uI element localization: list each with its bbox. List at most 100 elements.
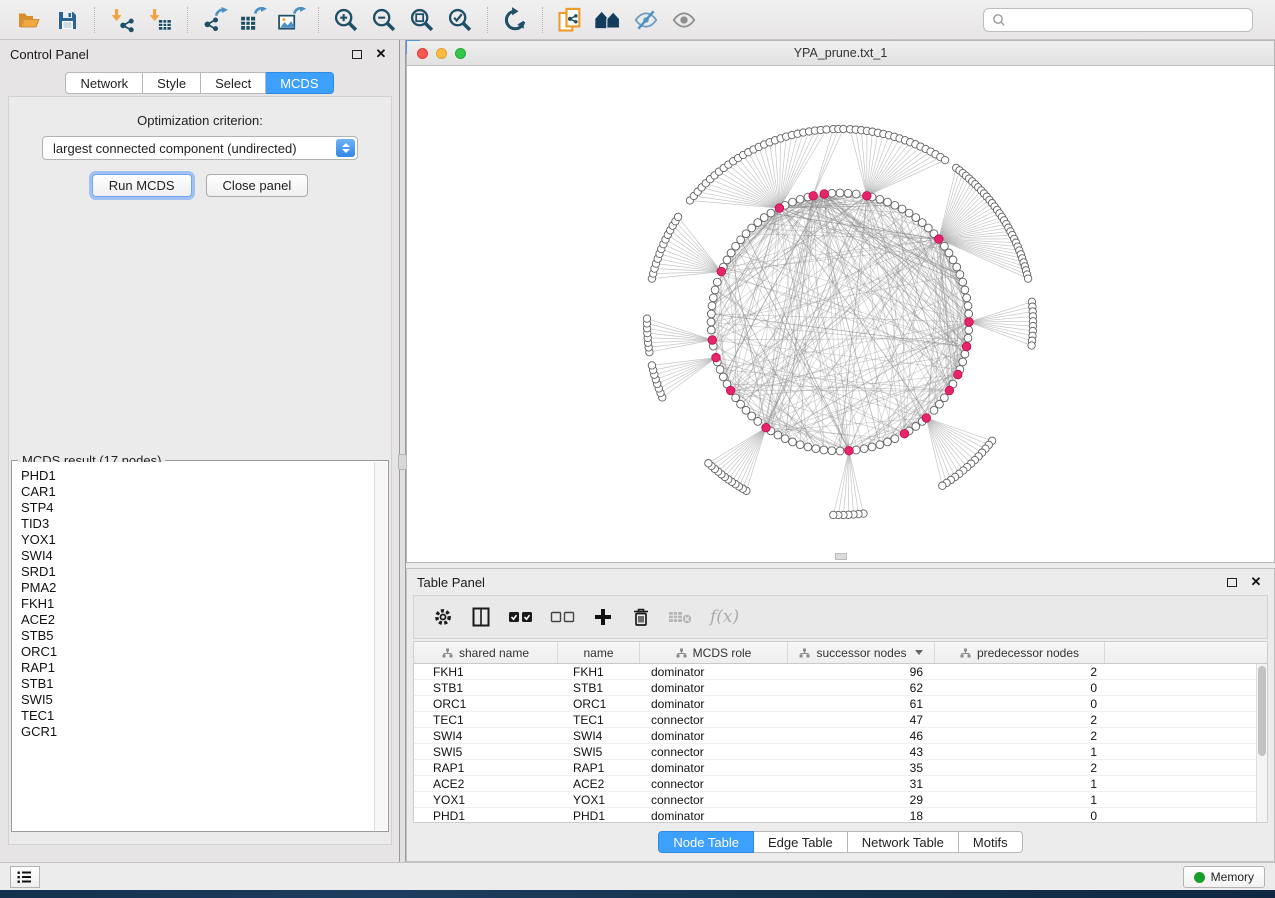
table-row[interactable]: FKH1FKH1dominator962 xyxy=(414,664,1267,680)
mcds-node-item[interactable]: TID3 xyxy=(21,516,374,532)
table-cell[interactable]: 62 xyxy=(788,680,935,695)
table-row[interactable]: SWI4SWI4dominator462 xyxy=(414,728,1267,744)
column-header-predecessor-nodes[interactable]: predecessor nodes xyxy=(935,642,1105,663)
mcds-node-item[interactable]: PHD1 xyxy=(21,468,374,484)
tab-motifs[interactable]: Motifs xyxy=(959,831,1023,853)
table-cell[interactable]: ORC1 xyxy=(558,696,640,711)
table-row[interactable]: YOX1YOX1connector291 xyxy=(414,792,1267,808)
hide-selected-icon[interactable] xyxy=(629,5,663,35)
table-cell[interactable]: connector xyxy=(640,792,788,807)
column-header-MCDS-role[interactable]: MCDS role xyxy=(640,642,788,663)
column-header-shared-name[interactable]: shared name xyxy=(414,642,558,663)
table-cell[interactable]: 18 xyxy=(788,808,935,823)
mcds-node-item[interactable]: SWI4 xyxy=(21,548,374,564)
network-graph[interactable] xyxy=(407,66,1274,562)
mcds-list-scrollbar[interactable] xyxy=(374,462,387,830)
tab-network-table[interactable]: Network Table xyxy=(848,831,959,853)
column-header-successor-nodes[interactable]: successor nodes xyxy=(788,642,935,663)
table-row[interactable]: TEC1TEC1connector472 xyxy=(414,712,1267,728)
float-panel-icon[interactable] xyxy=(1224,574,1240,590)
table-cell[interactable]: FKH1 xyxy=(558,664,640,679)
add-column-icon[interactable] xyxy=(592,606,614,628)
table-cell[interactable]: STB1 xyxy=(414,680,558,695)
mcds-node-item[interactable]: SWI5 xyxy=(21,692,374,708)
table-cell[interactable]: 1 xyxy=(935,776,1105,791)
table-settings-icon[interactable] xyxy=(432,606,454,628)
mcds-node-item[interactable]: STB1 xyxy=(21,676,374,692)
table-cell[interactable]: 1 xyxy=(935,744,1105,759)
tab-select[interactable]: Select xyxy=(201,72,266,94)
table-cell[interactable]: SWI4 xyxy=(414,728,558,743)
table-cell[interactable]: 1 xyxy=(935,792,1105,807)
close-panel-icon[interactable]: ✕ xyxy=(373,46,389,62)
mcds-node-item[interactable]: YOX1 xyxy=(21,532,374,548)
apply-layout-icon[interactable] xyxy=(498,5,532,35)
search-field[interactable] xyxy=(1007,10,1252,30)
table-row[interactable]: PHD1PHD1dominator180 xyxy=(414,808,1267,823)
close-panel-icon[interactable]: ✕ xyxy=(1248,574,1264,590)
mcds-node-item[interactable]: STB5 xyxy=(21,628,374,644)
tab-node-table[interactable]: Node Table xyxy=(658,831,754,853)
import-table-icon[interactable] xyxy=(143,5,177,35)
tab-network[interactable]: Network xyxy=(65,72,143,94)
table-cell[interactable]: 2 xyxy=(935,664,1105,679)
table-cell[interactable]: YOX1 xyxy=(558,792,640,807)
table-cell[interactable]: dominator xyxy=(640,728,788,743)
table-cell[interactable]: connector xyxy=(640,744,788,759)
zoom-selected-icon[interactable] xyxy=(443,5,477,35)
run-mcds-button[interactable]: Run MCDS xyxy=(92,174,192,197)
table-cell[interactable]: 29 xyxy=(788,792,935,807)
mcds-node-item[interactable]: PMA2 xyxy=(21,580,374,596)
table-cell[interactable]: dominator xyxy=(640,808,788,823)
table-cell[interactable]: 96 xyxy=(788,664,935,679)
table-cell[interactable]: SWI4 xyxy=(558,728,640,743)
table-cell[interactable]: 0 xyxy=(935,808,1105,823)
open-file-icon[interactable] xyxy=(12,5,46,35)
table-cell[interactable]: ACE2 xyxy=(414,776,558,791)
column-header-name[interactable]: name xyxy=(558,642,640,663)
table-cell[interactable]: dominator xyxy=(640,696,788,711)
network-canvas[interactable] xyxy=(407,66,1274,562)
new-network-from-selection-icon[interactable] xyxy=(553,5,587,35)
table-cell[interactable]: 2 xyxy=(935,728,1105,743)
import-network-icon[interactable] xyxy=(105,5,139,35)
table-cell[interactable]: 43 xyxy=(788,744,935,759)
table-row[interactable]: ACE2ACE2connector311 xyxy=(414,776,1267,792)
table-cell[interactable]: TEC1 xyxy=(414,712,558,727)
table-cell[interactable]: SWI5 xyxy=(558,744,640,759)
tab-mcds[interactable]: MCDS xyxy=(266,72,333,94)
select-all-columns-icon[interactable] xyxy=(508,608,534,626)
tab-style[interactable]: Style xyxy=(143,72,201,94)
table-scrollbar-thumb[interactable] xyxy=(1258,666,1266,756)
optimization-criterion-select[interactable]: largest connected component (undirected) xyxy=(42,136,358,160)
save-session-icon[interactable] xyxy=(50,5,84,35)
table-cell[interactable]: PHD1 xyxy=(558,808,640,823)
task-history-button[interactable] xyxy=(10,866,40,888)
mcds-node-item[interactable]: STP4 xyxy=(21,500,374,516)
search-input[interactable] xyxy=(983,8,1253,32)
zoom-in-icon[interactable] xyxy=(329,5,363,35)
table-body[interactable]: FKH1FKH1dominator962STB1STB1dominator620… xyxy=(414,664,1267,823)
show-columns-icon[interactable] xyxy=(470,606,492,628)
table-cell[interactable]: 61 xyxy=(788,696,935,711)
unselect-all-columns-icon[interactable] xyxy=(550,608,576,626)
table-row[interactable]: SWI5SWI5connector431 xyxy=(414,744,1267,760)
zoom-fit-icon[interactable] xyxy=(405,5,439,35)
mcds-node-item[interactable]: ORC1 xyxy=(21,644,374,660)
mcds-node-item[interactable]: FKH1 xyxy=(21,596,374,612)
table-cell[interactable]: PHD1 xyxy=(414,808,558,823)
table-cell[interactable]: STB1 xyxy=(558,680,640,695)
mcds-result-list[interactable]: PHD1CAR1STP4TID3YOX1SWI4SRD1PMA2FKH1ACE2… xyxy=(13,462,374,830)
table-cell[interactable]: dominator xyxy=(640,680,788,695)
table-cell[interactable]: 0 xyxy=(935,680,1105,695)
table-cell[interactable]: YOX1 xyxy=(414,792,558,807)
mcds-node-item[interactable]: ACE2 xyxy=(21,612,374,628)
table-cell[interactable]: connector xyxy=(640,776,788,791)
first-neighbors-icon[interactable] xyxy=(591,5,625,35)
table-cell[interactable]: 2 xyxy=(935,760,1105,775)
network-window-titlebar[interactable]: YPA_prune.txt_1 xyxy=(407,41,1274,66)
table-cell[interactable]: ACE2 xyxy=(558,776,640,791)
table-cell[interactable]: 2 xyxy=(935,712,1105,727)
zoom-out-icon[interactable] xyxy=(367,5,401,35)
close-panel-button[interactable]: Close panel xyxy=(206,174,309,197)
